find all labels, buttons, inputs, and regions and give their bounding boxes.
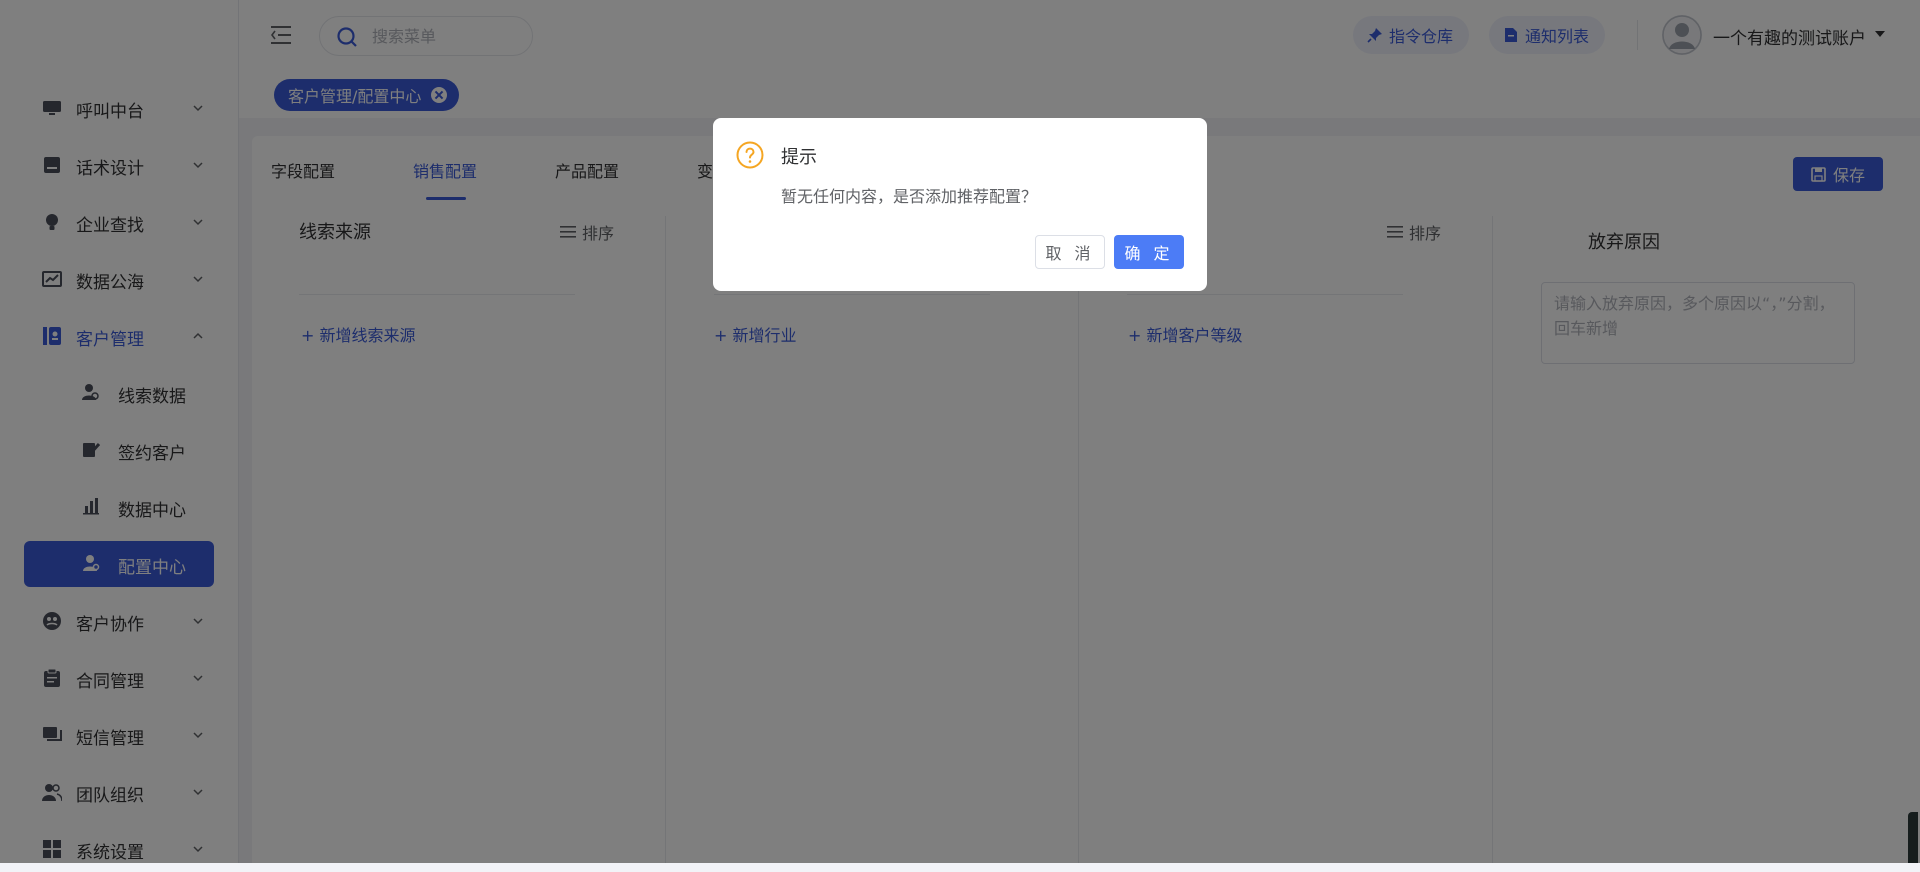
confirm-button[interactable]: 确 定 <box>1114 235 1184 269</box>
question-icon <box>736 141 764 169</box>
confirm-dialog: 提示 暂无任何内容，是否添加推荐配置？ 取 消 确 定 <box>713 118 1207 291</box>
cancel-button[interactable]: 取 消 <box>1035 235 1105 269</box>
dialog-title: 提示 <box>781 147 817 168</box>
dialog-message: 暂无任何内容，是否添加推荐配置？ <box>781 187 1038 206</box>
